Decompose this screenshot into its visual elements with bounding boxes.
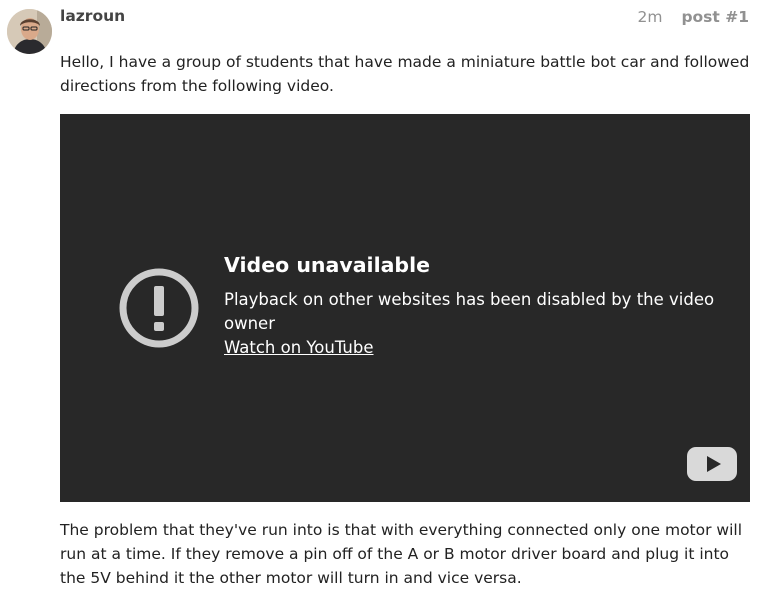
username-link[interactable]: lazroun <box>60 7 125 25</box>
video-unavailable-message: Playback on other websites has been disa… <box>224 290 715 333</box>
user-avatar[interactable] <box>7 9 52 54</box>
post-paragraph-1: Hello, I have a group of students that h… <box>60 53 750 95</box>
embedded-video[interactable]: Video unavailable Playback on other webs… <box>60 114 750 502</box>
watch-on-youtube-link[interactable]: Watch on YouTube <box>224 336 374 360</box>
post-paragraph-2: The problem that they've run into is tha… <box>60 521 743 587</box>
video-unavailable-title: Video unavailable <box>224 253 431 277</box>
post-age[interactable]: 2m <box>638 8 663 26</box>
post-number-link[interactable]: post #1 <box>681 8 749 26</box>
youtube-play-icon[interactable] <box>686 446 738 482</box>
post-meta: 2m post #1 <box>638 8 749 26</box>
exclamation-circle-icon <box>119 268 199 348</box>
